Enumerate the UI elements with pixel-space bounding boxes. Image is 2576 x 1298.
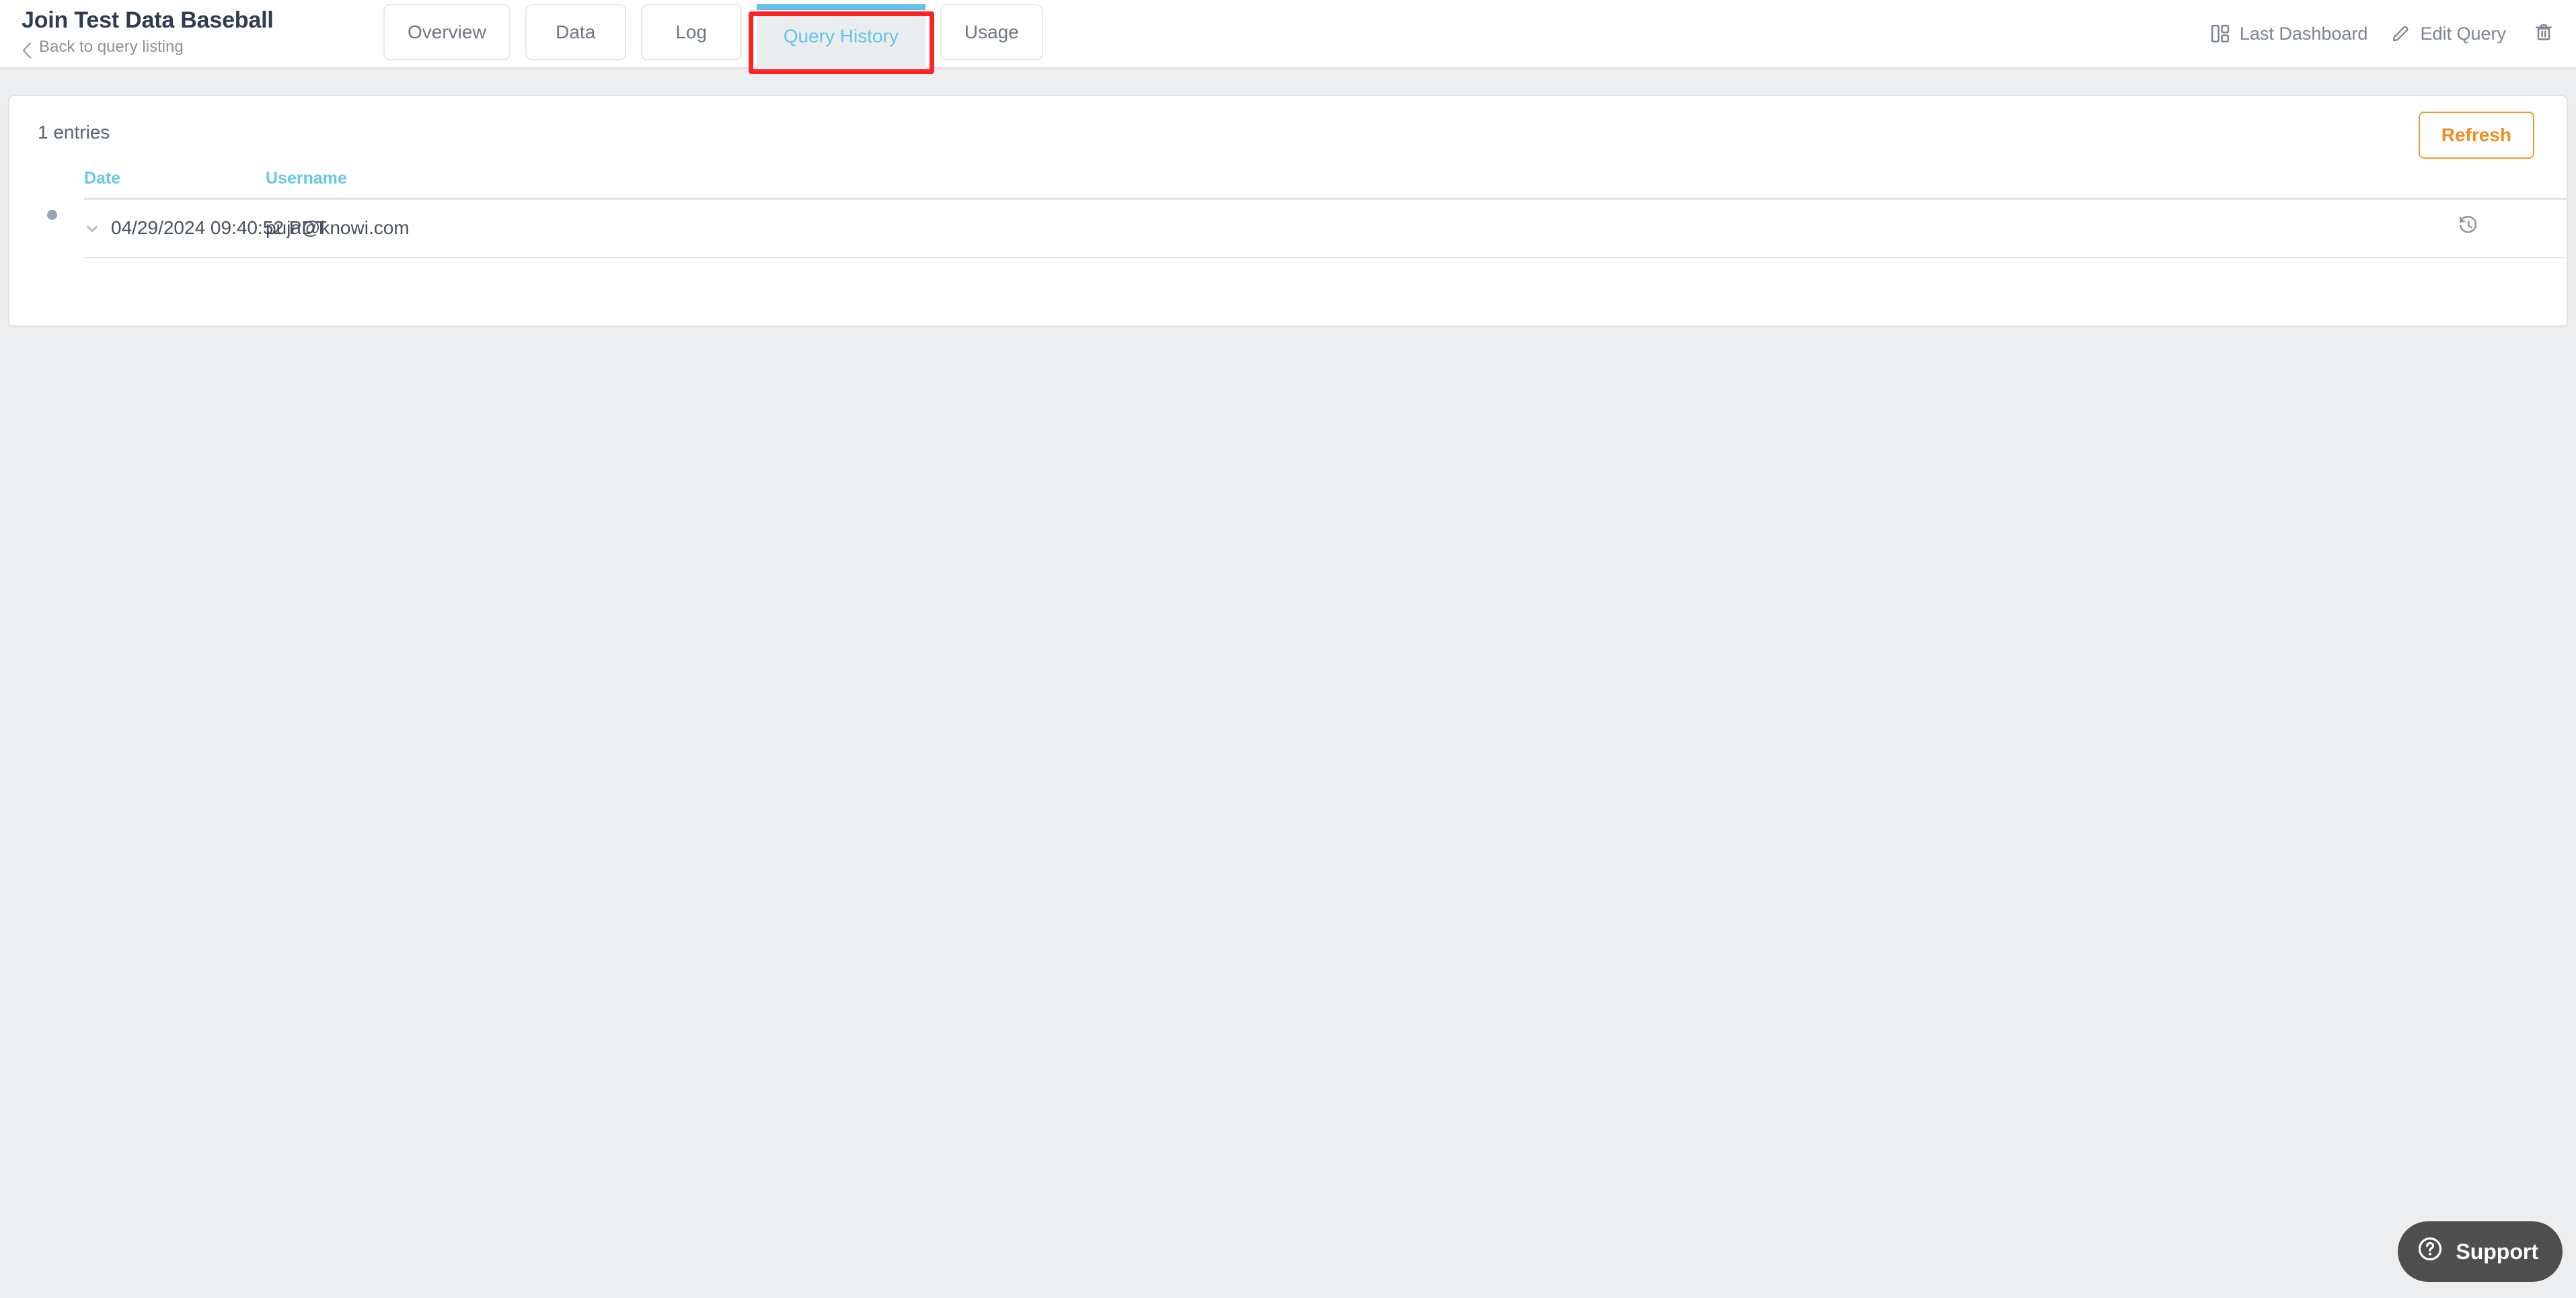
refresh-button-label: Refresh xyxy=(2441,124,2511,145)
cell-spacer xyxy=(501,198,2446,258)
tab-overview[interactable]: Overview xyxy=(383,4,510,61)
table-row[interactable]: 04/29/2024 09:40:52 PDT puja@knowi.com xyxy=(84,198,2567,258)
tab-query-history-label: Query History xyxy=(783,26,899,46)
question-circle-icon xyxy=(2417,1235,2444,1268)
tab-usage[interactable]: Usage xyxy=(940,4,1043,61)
tab-usage-label: Usage xyxy=(964,22,1019,42)
delete-query-button[interactable] xyxy=(2529,19,2559,48)
edit-query-button[interactable]: Edit Query xyxy=(2390,24,2506,44)
dashboard-grid-icon xyxy=(2210,24,2230,44)
column-header-actions xyxy=(2446,169,2567,200)
page-title: Join Test Data Baseball xyxy=(22,7,274,33)
tab-query-history[interactable]: Query History xyxy=(756,4,925,69)
tab-overview-label: Overview xyxy=(408,22,486,42)
query-history-card: 1 entries Refresh Date Username 04/29/20… xyxy=(8,95,2568,327)
back-to-query-listing-link[interactable]: Back to query listing xyxy=(22,38,274,59)
cell-actions xyxy=(2446,198,2567,258)
last-dashboard-button[interactable]: Last Dashboard xyxy=(2210,23,2368,44)
column-header-spacer xyxy=(501,169,2446,200)
support-button[interactable]: Support xyxy=(2398,1221,2563,1282)
back-link-label: Back to query listing xyxy=(39,38,184,56)
header-actions: Last Dashboard Edit Query xyxy=(2210,0,2559,67)
support-button-label: Support xyxy=(2456,1239,2538,1264)
tab-log[interactable]: Log xyxy=(640,4,742,61)
card-header: 1 entries Refresh xyxy=(9,96,2567,169)
last-dashboard-label: Last Dashboard xyxy=(2239,23,2368,44)
chevron-down-icon[interactable] xyxy=(84,220,100,236)
tab-data-label: Data xyxy=(556,22,596,42)
tab-data[interactable]: Data xyxy=(525,4,626,61)
cell-date: 04/29/2024 09:40:52 PDT xyxy=(84,198,327,258)
column-header-date[interactable]: Date xyxy=(84,169,266,200)
restore-query-button[interactable] xyxy=(2446,215,2567,241)
edit-query-label: Edit Query xyxy=(2420,23,2506,44)
column-header-username[interactable]: Username xyxy=(266,169,501,200)
tab-log-label: Log xyxy=(675,22,708,42)
title-block: Join Test Data Baseball Back to query li… xyxy=(22,7,274,59)
trash-icon xyxy=(2534,22,2554,46)
chevron-left-icon xyxy=(22,42,32,59)
query-history-table: Date Username 04/29/2024 09:40:52 PDT pu… xyxy=(84,169,2567,258)
entries-count-label: 1 entries xyxy=(38,122,110,143)
history-restore-icon xyxy=(2458,215,2479,241)
table-header-row: Date Username xyxy=(84,169,2567,200)
pencil-icon xyxy=(2390,24,2411,44)
tab-bar: Overview Data Log Query History Usage xyxy=(383,4,1043,69)
row-status-dot xyxy=(47,210,57,220)
refresh-button[interactable]: Refresh xyxy=(2418,112,2534,159)
top-header-bar: Join Test Data Baseball Back to query li… xyxy=(0,0,2576,69)
cell-username: puja@knowi.com xyxy=(266,198,501,258)
